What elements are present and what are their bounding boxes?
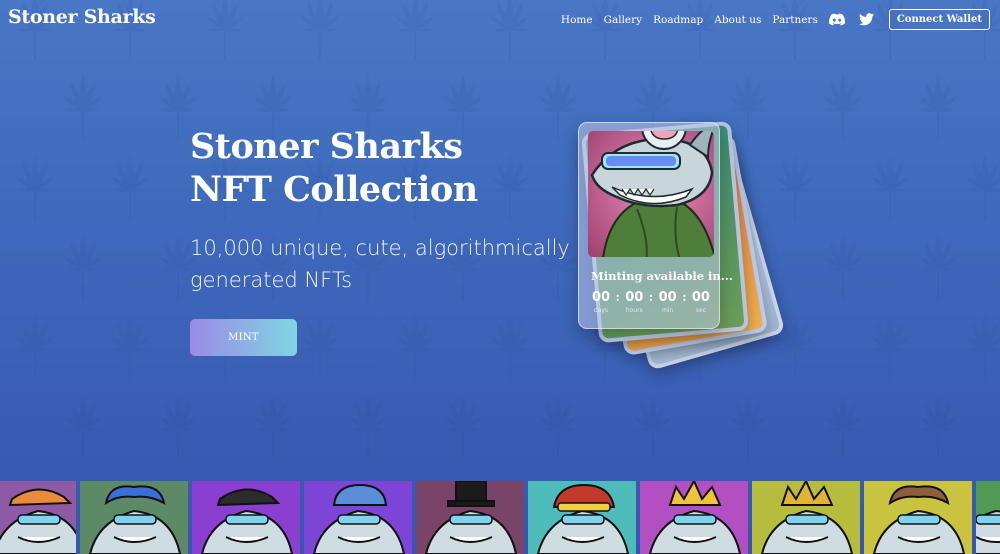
hero-subtitle: 10,000 unique, cute, algorithmically gen… — [190, 236, 570, 292]
countdown-days-value: 00 — [591, 290, 611, 305]
countdown-separator: : — [615, 290, 620, 304]
nft-thumbnail[interactable] — [416, 481, 524, 554]
nav-link-home[interactable]: Home — [561, 14, 593, 26]
countdown-seconds-label: sec — [695, 307, 706, 314]
countdown-hours-value: 00 — [625, 290, 644, 305]
nav-link-gallery[interactable]: Gallery — [604, 14, 643, 26]
hero-title: Stoner Sharks NFT Collection — [190, 125, 478, 211]
nft-thumbnail[interactable] — [864, 481, 972, 554]
brand-logo-text[interactable]: Stoner Sharks — [8, 6, 156, 28]
nft-thumbnail[interactable] — [752, 481, 860, 554]
countdown-minutes: 00 min — [656, 290, 680, 315]
nft-thumbnail[interactable] — [0, 481, 76, 554]
countdown-seconds-value: 00 — [691, 290, 710, 305]
countdown-timer: 00 days : 00 hours : 00 min : 00 sec — [589, 290, 713, 315]
countdown-minutes-label: min — [661, 307, 674, 314]
nav-links: Home Gallery Roadmap About us Partners C… — [561, 9, 990, 30]
hero-title-line-2: NFT Collection — [190, 169, 478, 210]
nft-thumbnail[interactable] — [192, 481, 300, 554]
hero-title-line-1: Stoner Sharks — [190, 126, 463, 167]
nft-thumbnail[interactable] — [640, 481, 748, 554]
nft-gallery-strip — [0, 481, 1000, 554]
countdown-seconds: 00 sec — [689, 290, 713, 315]
nav-link-partners[interactable]: Partners — [772, 14, 817, 26]
twitter-icon[interactable] — [859, 12, 875, 28]
countdown-days: 00 days — [589, 290, 613, 315]
countdown-minutes-value: 00 — [658, 290, 677, 305]
nft-thumbnail[interactable] — [80, 481, 188, 554]
mint-button[interactable]: MINT — [190, 319, 297, 356]
nav-link-about-us[interactable]: About us — [714, 14, 761, 26]
top-navbar: Stoner Sharks Home Gallery Roadmap About… — [0, 0, 1000, 40]
countdown-days-label: days — [593, 307, 609, 314]
countdown-hours-label: hours — [625, 307, 643, 314]
nft-card-stack: Minting available in... 00 days : 00 hou… — [572, 95, 792, 385]
nft-thumbnail[interactable] — [976, 481, 1000, 554]
nft-thumbnail[interactable] — [304, 481, 412, 554]
nav-link-roadmap[interactable]: Roadmap — [653, 14, 703, 26]
shark-nft-image — [588, 131, 714, 257]
discord-icon[interactable] — [828, 12, 845, 28]
minting-status-text: Minting available in... — [591, 269, 733, 283]
connect-wallet-button[interactable]: Connect Wallet — [888, 9, 990, 30]
countdown-separator: : — [682, 290, 687, 304]
nft-thumbnail[interactable] — [528, 481, 636, 554]
countdown-separator: : — [648, 290, 654, 304]
mint-countdown-card: Minting available in... 00 days : 00 hou… — [578, 122, 733, 329]
countdown-hours: 00 hours — [622, 290, 646, 315]
